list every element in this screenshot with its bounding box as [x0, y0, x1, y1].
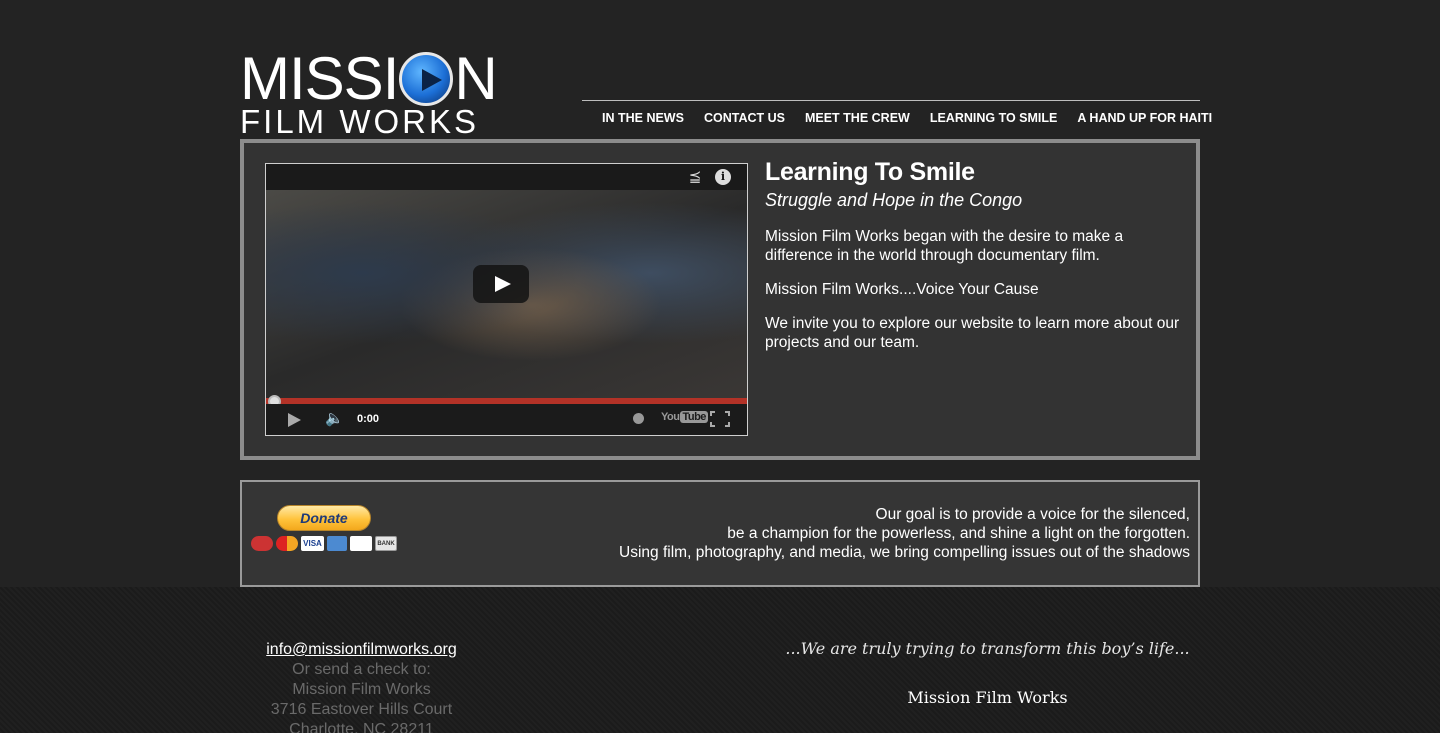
video-controls: 🔈 0:00 You Tube — [266, 404, 747, 435]
payment-cards: VISA BANK — [251, 536, 397, 551]
footer-contact: info@missionfilmworks.org Or send a chec… — [240, 640, 483, 733]
mastercard-icon — [276, 536, 298, 551]
logo-subtitle: FILM WORKS — [240, 103, 480, 140]
nav-item-learning-to-smile[interactable]: LEARNING TO SMILE — [920, 110, 1068, 126]
footer-quote: ...We are truly trying to transform this… — [785, 639, 1190, 658]
nav-item-in-the-news[interactable]: IN THE NEWS — [592, 110, 694, 126]
site-footer: info@missionfilmworks.org Or send a chec… — [0, 587, 1440, 733]
watch-later-icon[interactable] — [633, 413, 644, 424]
mission-statement: Our goal is to provide a voice for the s… — [619, 505, 1190, 562]
logo-text-mission-end: N — [454, 45, 497, 112]
paypal-donate-button[interactable]: Donate — [277, 505, 371, 531]
maestro-card-icon — [251, 536, 273, 551]
footer-address-line: 3716 Eastover Hills Court — [270, 701, 453, 718]
main-nav: IN THE NEWS CONTACT US MEET THE CREW LEA… — [592, 110, 1222, 126]
feature-paragraph: Mission Film Works began with the desire… — [765, 228, 1124, 264]
discover-card-icon — [350, 536, 372, 551]
amex-card-icon — [327, 536, 347, 551]
footer-address-line: Or send a check to: — [292, 661, 431, 678]
share-icon[interactable]: ⪳ — [687, 169, 703, 185]
mission-line: Our goal is to provide a voice for the s… — [875, 506, 1190, 523]
feature-paragraph: Mission Film Works....Voice Your Cause — [765, 281, 1039, 298]
mission-box: Donate VISA BANK Our goal is to provide … — [240, 480, 1200, 587]
youtube-logo-you: You — [661, 411, 680, 423]
feature-paragraph: We invite you to explore our website to … — [765, 315, 1180, 351]
feature-subtitle: Struggle and Hope in the Congo — [765, 190, 1023, 210]
footer-email-link[interactable]: info@missionfilmworks.org — [266, 640, 457, 660]
mission-line: be a champion for the powerless, and shi… — [727, 525, 1190, 542]
play-icon[interactable] — [288, 413, 301, 427]
logo-play-icon — [399, 52, 454, 106]
footer-address-line: Charlotte, NC 28211 — [289, 721, 434, 733]
video-top-bar: ⪳ i — [266, 164, 747, 190]
mission-line: Using film, photography, and media, we b… — [619, 544, 1190, 561]
site-logo[interactable]: MISSI N FILM WORKS — [240, 45, 525, 140]
visa-card-icon: VISA — [301, 536, 324, 551]
youtube-logo-tube: Tube — [680, 411, 708, 423]
fullscreen-icon[interactable] — [710, 411, 730, 427]
feature-title: Learning To Smile — [765, 158, 975, 186]
info-icon[interactable]: i — [715, 169, 731, 185]
logo-text-mission-start: MISSI — [240, 45, 399, 112]
video-player[interactable]: ⪳ i 🔈 0:00 You Tube — [265, 163, 748, 436]
nav-item-hand-up-for-haiti[interactable]: A HAND UP FOR HAITI — [1067, 110, 1222, 126]
volume-icon[interactable]: 🔈 — [325, 411, 344, 427]
footer-address-line: Mission Film Works — [292, 681, 431, 698]
feature-panel: ⪳ i 🔈 0:00 You Tube Learning To Smile Str… — [240, 139, 1200, 460]
footer-org-name: Mission Film Works — [907, 688, 1068, 707]
nav-item-meet-the-crew[interactable]: MEET THE CREW — [795, 110, 920, 126]
nav-item-contact-us[interactable]: CONTACT US — [694, 110, 795, 126]
bank-icon: BANK — [375, 536, 397, 551]
nav-divider — [582, 100, 1200, 101]
big-play-button[interactable] — [473, 265, 529, 303]
footer-quote-block: ...We are truly trying to transform this… — [710, 638, 1265, 708]
logo-wordmark: MISSI N — [240, 45, 498, 112]
youtube-logo[interactable]: You Tube — [661, 411, 708, 423]
feature-text: Learning To Smile Struggle and Hope in t… — [765, 157, 1185, 352]
video-time: 0:00 — [357, 413, 380, 425]
